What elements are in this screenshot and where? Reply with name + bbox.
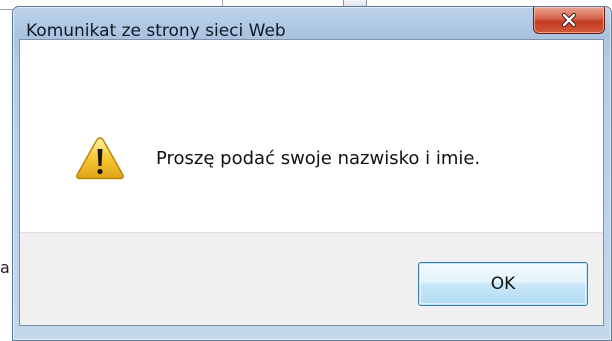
warning-icon bbox=[76, 137, 124, 180]
dialog-title: Komunikat ze strony sieci Web bbox=[26, 21, 286, 41]
dialog-message: Proszę podać swoje nazwisko i imie. bbox=[156, 148, 481, 169]
ok-button[interactable]: OK bbox=[418, 262, 588, 306]
message-area: Proszę podać swoje nazwisko i imie. bbox=[20, 40, 603, 232]
dialog-body: Proszę podać swoje nazwisko i imie. OK bbox=[19, 39, 604, 326]
dialog-button-bar: OK bbox=[20, 232, 603, 325]
close-icon bbox=[561, 12, 577, 28]
screen: a Komunikat ze strony sieci Web Proszę p… bbox=[0, 0, 612, 341]
background-text-fragment: a bbox=[0, 258, 10, 277]
alert-dialog: Komunikat ze strony sieci Web Proszę pod… bbox=[12, 6, 612, 341]
close-button[interactable] bbox=[533, 7, 605, 34]
